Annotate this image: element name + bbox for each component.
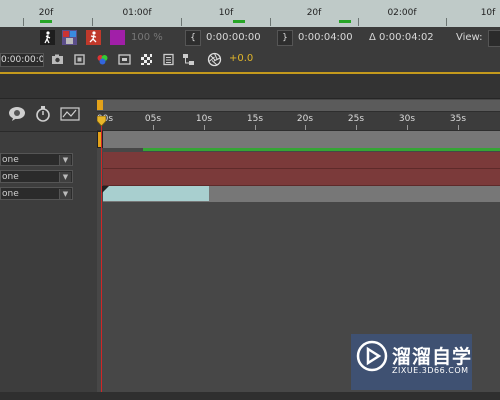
blend-mode-dropdown[interactable]: one ▼: [0, 153, 73, 166]
layer-row: one ▼: [0, 151, 97, 168]
ruler-label: 20s: [296, 114, 314, 124]
transparency-grid-icon[interactable]: [140, 53, 153, 66]
layer-clip-bar[interactable]: [103, 186, 209, 201]
view-label: View:: [456, 32, 483, 43]
region-of-interest-icon[interactable]: [118, 53, 131, 66]
chevron-down-icon[interactable]: ▼: [59, 155, 71, 165]
playhead-line[interactable]: [101, 119, 102, 400]
comment-bubble-icon[interactable]: [8, 106, 26, 122]
ruler-tick: [204, 125, 205, 130]
navigator-start-handle[interactable]: [97, 100, 103, 110]
ruler-tick: [446, 18, 447, 26]
blend-mode-label: one: [2, 189, 19, 199]
composition-toolbar: 0:00:00:00 +0.0: [0, 49, 500, 74]
chevron-down-icon[interactable]: ▼: [59, 189, 71, 199]
ruler-tick: [181, 18, 182, 26]
blend-mode-dropdown[interactable]: one ▼: [0, 170, 73, 183]
comp-flowchart-icon[interactable]: [162, 53, 175, 66]
top-ruler-label: 10f: [218, 8, 234, 18]
watermark-url: ZIXUE.3D66.COM: [392, 366, 469, 375]
top-ruler-label: 02:00f: [387, 8, 417, 18]
top-ruler-label: 20f: [306, 8, 322, 18]
ruler-tick: [458, 125, 459, 130]
flowchart-nodes-icon[interactable]: [182, 53, 195, 66]
top-ruler-label: 10f: [480, 8, 496, 18]
watermark-title: 溜溜自学: [392, 346, 473, 368]
ruler-tick: [407, 125, 408, 130]
layer-row: one ▼: [0, 185, 97, 202]
opacity-readout[interactable]: 100 %: [131, 32, 163, 43]
ruler-tick: [358, 18, 359, 26]
ruler-label: 35s: [449, 114, 467, 124]
camera-snapshot-icon[interactable]: [51, 53, 64, 66]
layer-track-bar[interactable]: [103, 152, 500, 169]
set-start-button[interactable]: {: [185, 30, 201, 46]
ruler-label: 05s: [144, 114, 162, 124]
timeline-bottom-bar: [0, 392, 500, 400]
chevron-down-icon[interactable]: ▼: [59, 172, 71, 182]
current-timecode-field[interactable]: 0:00:00:00: [0, 53, 44, 67]
time-end-readout[interactable]: 0:00:04:00: [298, 32, 353, 43]
running-man-icon[interactable]: [86, 30, 101, 45]
rgb-channels-icon[interactable]: [96, 53, 109, 66]
layer-row: one ▼: [0, 168, 97, 185]
time-navigator-bar[interactable]: [97, 100, 500, 112]
work-area-bar[interactable]: [101, 131, 500, 148]
render-cache-indicator: [143, 148, 500, 151]
ruler-tick: [305, 125, 306, 130]
time-duration-readout: Δ 0:00:04:02: [369, 32, 434, 43]
show-snapshot-icon[interactable]: [73, 53, 86, 66]
ruler-label: 15s: [246, 114, 264, 124]
layer-track-bar[interactable]: [103, 169, 500, 186]
blend-mode-label: one: [2, 172, 19, 182]
color-channels-icon[interactable]: [62, 30, 77, 45]
time-start-readout[interactable]: 0:00:00:00: [206, 32, 261, 43]
top-ruler-label: 20f: [38, 8, 54, 18]
keyframe-marker: [233, 20, 245, 23]
top-time-ruler[interactable]: 20f 01:00f 10f 20f 02:00f 10f: [0, 0, 500, 28]
graph-editor-icon[interactable]: [60, 107, 80, 121]
preview-toolbar: 100 % { 0:00:00:00 } 0:00:04:00 Δ 0:00:0…: [0, 27, 500, 50]
current-time-indicator-icon[interactable]: [97, 116, 106, 126]
timeline-ruler[interactable]: 00s 05s 10s 15s 20s 25s 30s 35s: [97, 112, 500, 131]
set-end-button[interactable]: }: [277, 30, 293, 46]
blend-mode-label: one: [2, 155, 19, 165]
exposure-value[interactable]: +0.0: [229, 53, 253, 64]
motion-blur-icon[interactable]: [35, 105, 51, 123]
view-dropdown[interactable]: [488, 30, 500, 47]
ruler-label: 10s: [195, 114, 213, 124]
ruler-label: 30s: [398, 114, 416, 124]
layer-panel-header: [0, 99, 97, 132]
ruler-tick: [356, 125, 357, 130]
ruler-tick: [255, 125, 256, 130]
exposure-aperture-icon[interactable]: [207, 52, 222, 67]
ruler-tick: [92, 18, 93, 26]
walking-man-icon[interactable]: [40, 30, 55, 45]
work-area-start-handle[interactable]: [97, 131, 103, 148]
keyframe-marker: [339, 20, 351, 23]
ruler-tick: [153, 125, 154, 130]
panel-tab-strip: [0, 74, 500, 99]
keyframe-marker: [40, 20, 52, 23]
layer-switches-panel: [0, 99, 97, 400]
ruler-tick: [270, 18, 271, 26]
play-logo-icon: [356, 340, 388, 372]
layer-in-point-marker: [102, 186, 109, 193]
ruler-label: 25s: [347, 114, 365, 124]
top-ruler-label: 01:00f: [122, 8, 152, 18]
label-color-swatch[interactable]: [110, 30, 125, 45]
ruler-tick: [23, 18, 24, 26]
blend-mode-dropdown[interactable]: one ▼: [0, 187, 73, 200]
